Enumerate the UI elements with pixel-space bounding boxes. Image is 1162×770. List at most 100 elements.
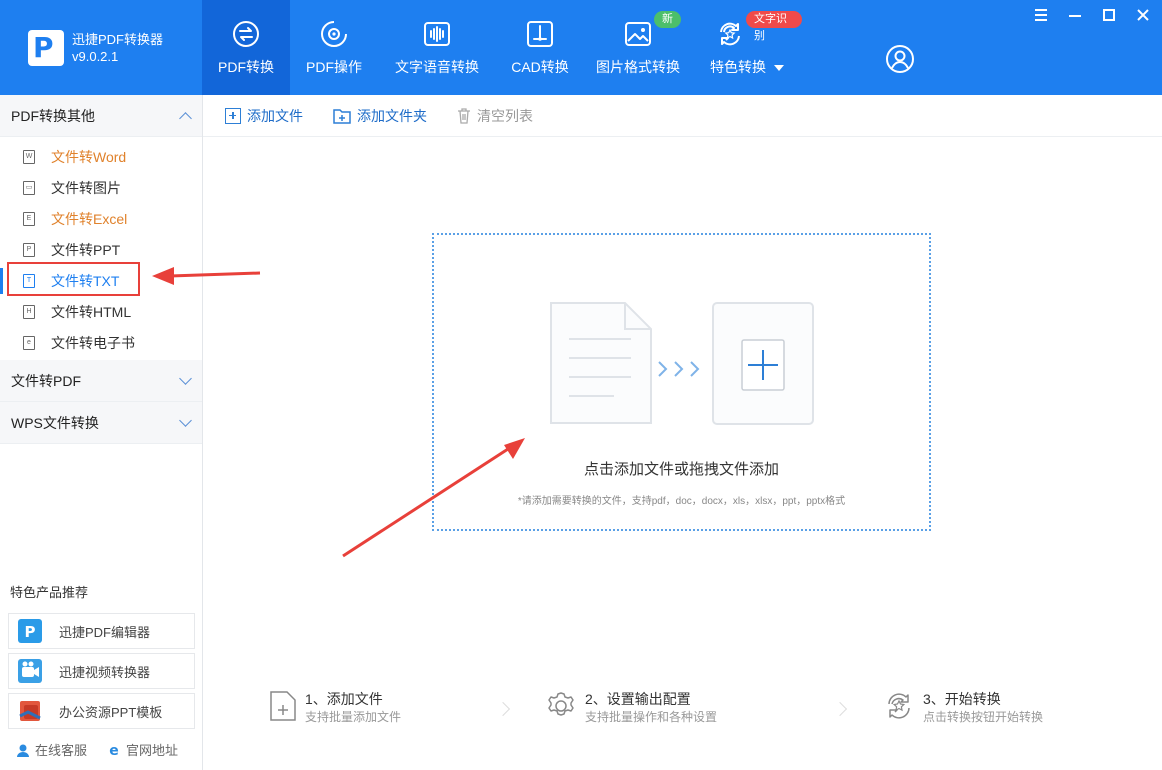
ppt-file-icon: P <box>23 242 35 257</box>
tab-special-convert[interactable]: 文字识别 特色转换 <box>692 0 802 95</box>
step-guide: 1、添加文件 支持批量添加文件 2、设置输出配置 支持批量操作和各种设置 3、开… <box>203 690 1162 740</box>
promo-label: 迅捷视频转换器 <box>59 664 151 680</box>
excel-file-icon: E <box>23 211 35 226</box>
gear-icon <box>548 692 574 716</box>
section-file-to-pdf[interactable]: 文件转PDF <box>0 360 202 402</box>
ppt-template-app-icon <box>19 701 41 721</box>
sidebar-item-label: 文件转PPT <box>51 241 121 258</box>
document-icon <box>550 302 652 424</box>
add-folder-button[interactable]: 添加文件夹 <box>333 106 427 126</box>
add-file-button[interactable]: 添加文件 <box>225 106 303 126</box>
tab-label: 文字语音转换 <box>395 59 479 75</box>
tab-cad[interactable]: CAD转换 <box>496 0 584 95</box>
sidebar-item-excel[interactable]: E 文件转Excel <box>0 203 202 234</box>
browser-e-icon: e <box>109 743 119 757</box>
drop-zone-title: 点击添加文件或拖拽文件添加 <box>583 461 779 478</box>
chevron-down-icon <box>179 371 192 385</box>
main-tabs: PDF转换 PDF操作 文字语音转换 CAD转换 新 图片格式转换 文字识别 特… <box>202 0 802 95</box>
file-drop-zone[interactable]: 点击添加文件或拖拽文件添加 *请添加需要转换的文件，支持pdf，doc，docx… <box>432 233 931 531</box>
step-add-file: 1、添加文件 支持批量添加文件 <box>269 690 401 726</box>
clear-list-label: 清空列表 <box>477 107 533 124</box>
sidebar-item-image[interactable]: ▭ 文件转图片 <box>0 172 202 203</box>
step-desc: 支持批量添加文件 <box>305 710 402 724</box>
maximize-icon[interactable] <box>1102 8 1116 26</box>
section-title: 文件转PDF <box>11 372 81 389</box>
image-file-icon: ▭ <box>23 180 35 195</box>
tab-pdf-convert[interactable]: PDF转换 <box>202 0 290 95</box>
chevron-up-icon <box>179 111 192 125</box>
annotation-highlight-box <box>7 262 140 296</box>
promo-video-converter[interactable]: 迅捷视频转换器 <box>8 653 195 689</box>
tab-label: CAD转换 <box>511 59 569 75</box>
user-account-icon[interactable] <box>885 44 915 74</box>
sidebar-item-ebook[interactable]: e 文件转电子书 <box>0 327 202 358</box>
close-icon[interactable] <box>1136 8 1150 26</box>
sidebar: PDF转换其他 W 文件转Word ▭ 文件转图片 E 文件转Excel P 文… <box>0 95 203 770</box>
convert-star-icon <box>888 693 910 719</box>
star-refresh-icon <box>720 22 740 46</box>
promo-ppt-templates[interactable]: 办公资源PPT模板 <box>8 693 195 729</box>
video-converter-app-icon <box>18 659 42 683</box>
minimize-icon[interactable] <box>1068 8 1082 26</box>
caret-down-icon <box>774 65 784 72</box>
online-service-link[interactable]: 在线客服 <box>16 740 87 759</box>
sidebar-item-label: 文件转图片 <box>51 179 121 196</box>
sidebar-item-html[interactable]: H 文件转HTML <box>0 296 202 327</box>
add-folder-label: 添加文件夹 <box>357 107 427 124</box>
promo-title: 特色产品推荐 <box>10 585 89 600</box>
promo-label: 迅捷PDF编辑器 <box>59 624 151 640</box>
sidebar-item-label: 文件转HTML <box>51 303 132 320</box>
trash-icon <box>458 107 470 124</box>
step-desc: 支持批量操作和各种设置 <box>585 710 718 724</box>
title-bar: P 迅捷PDF转换器 v9.0.2.1 PDF转换 PDF操作 文字语音转换 C… <box>0 0 1162 95</box>
image-icon <box>625 22 651 46</box>
menu-icon[interactable] <box>1034 8 1048 26</box>
section-title: WPS文件转换 <box>11 414 99 431</box>
app-brand: P 迅捷PDF转换器 v9.0.2.1 <box>28 30 163 66</box>
swap-circle-icon <box>233 21 259 47</box>
add-file-placeholder-icon[interactable] <box>711 301 815 426</box>
sidebar-item-ppt[interactable]: P 文件转PPT <box>0 234 202 265</box>
window-controls <box>1034 8 1150 26</box>
step-desc: 点击转换按钮开始转换 <box>923 710 1044 724</box>
gear-circle-icon <box>321 21 347 47</box>
tab-label: PDF转换 <box>218 59 274 75</box>
step-start-convert: 3、开始转换 点击转换按钮开始转换 <box>883 690 1043 726</box>
pdf-editor-app-icon: P <box>18 619 42 643</box>
section-wps-convert[interactable]: WPS文件转换 <box>0 402 202 444</box>
website-link[interactable]: e 官网地址 <box>107 740 178 759</box>
app-name: 迅捷PDF转换器 <box>72 32 164 47</box>
tab-label: PDF操作 <box>306 59 362 75</box>
chevron-right-icon <box>832 701 848 717</box>
add-document-icon <box>270 691 296 721</box>
conversion-list: W 文件转Word ▭ 文件转图片 E 文件转Excel P 文件转PPT T … <box>0 137 202 358</box>
step-title: 1、添加文件 <box>305 691 383 707</box>
step-title: 2、设置输出配置 <box>585 691 691 707</box>
promo-pdf-editor[interactable]: P 迅捷PDF编辑器 <box>8 613 195 649</box>
ebook-file-icon: e <box>23 335 35 350</box>
svg-text:P: P <box>25 623 36 641</box>
file-toolbar: 添加文件 添加文件夹 清空列表 <box>203 95 1162 137</box>
chevron-down-icon <box>179 413 192 427</box>
drop-zone-subtitle: *请添加需要转换的文件，支持pdf，doc，docx，xls，xlsx，ppt，… <box>517 496 846 507</box>
add-file-icon <box>225 107 241 124</box>
tab-pdf-operate[interactable]: PDF操作 <box>290 0 378 95</box>
chevron-right-icon <box>495 701 511 717</box>
customer-service-icon <box>17 744 29 757</box>
tab-image-format[interactable]: 新 图片格式转换 <box>584 0 692 95</box>
word-file-icon: W <box>23 149 35 164</box>
tab-text-speech[interactable]: 文字语音转换 <box>378 0 496 95</box>
section-pdf-to-other[interactable]: PDF转换其他 <box>0 95 202 137</box>
step-output-settings: 2、设置输出配置 支持批量操作和各种设置 <box>545 690 717 726</box>
cad-icon <box>527 21 553 47</box>
add-folder-icon <box>333 108 351 124</box>
website-label: 官网地址 <box>126 743 179 758</box>
promo-label: 办公资源PPT模板 <box>59 704 163 720</box>
step-title: 3、开始转换 <box>923 691 1001 707</box>
sidebar-item-word[interactable]: W 文件转Word <box>0 141 202 172</box>
new-badge: 新 <box>654 11 681 28</box>
sidebar-item-label: 文件转Word <box>51 148 127 165</box>
section-title: PDF转换其他 <box>11 107 95 124</box>
add-file-label: 添加文件 <box>247 107 303 124</box>
clear-list-button[interactable]: 清空列表 <box>457 106 533 126</box>
